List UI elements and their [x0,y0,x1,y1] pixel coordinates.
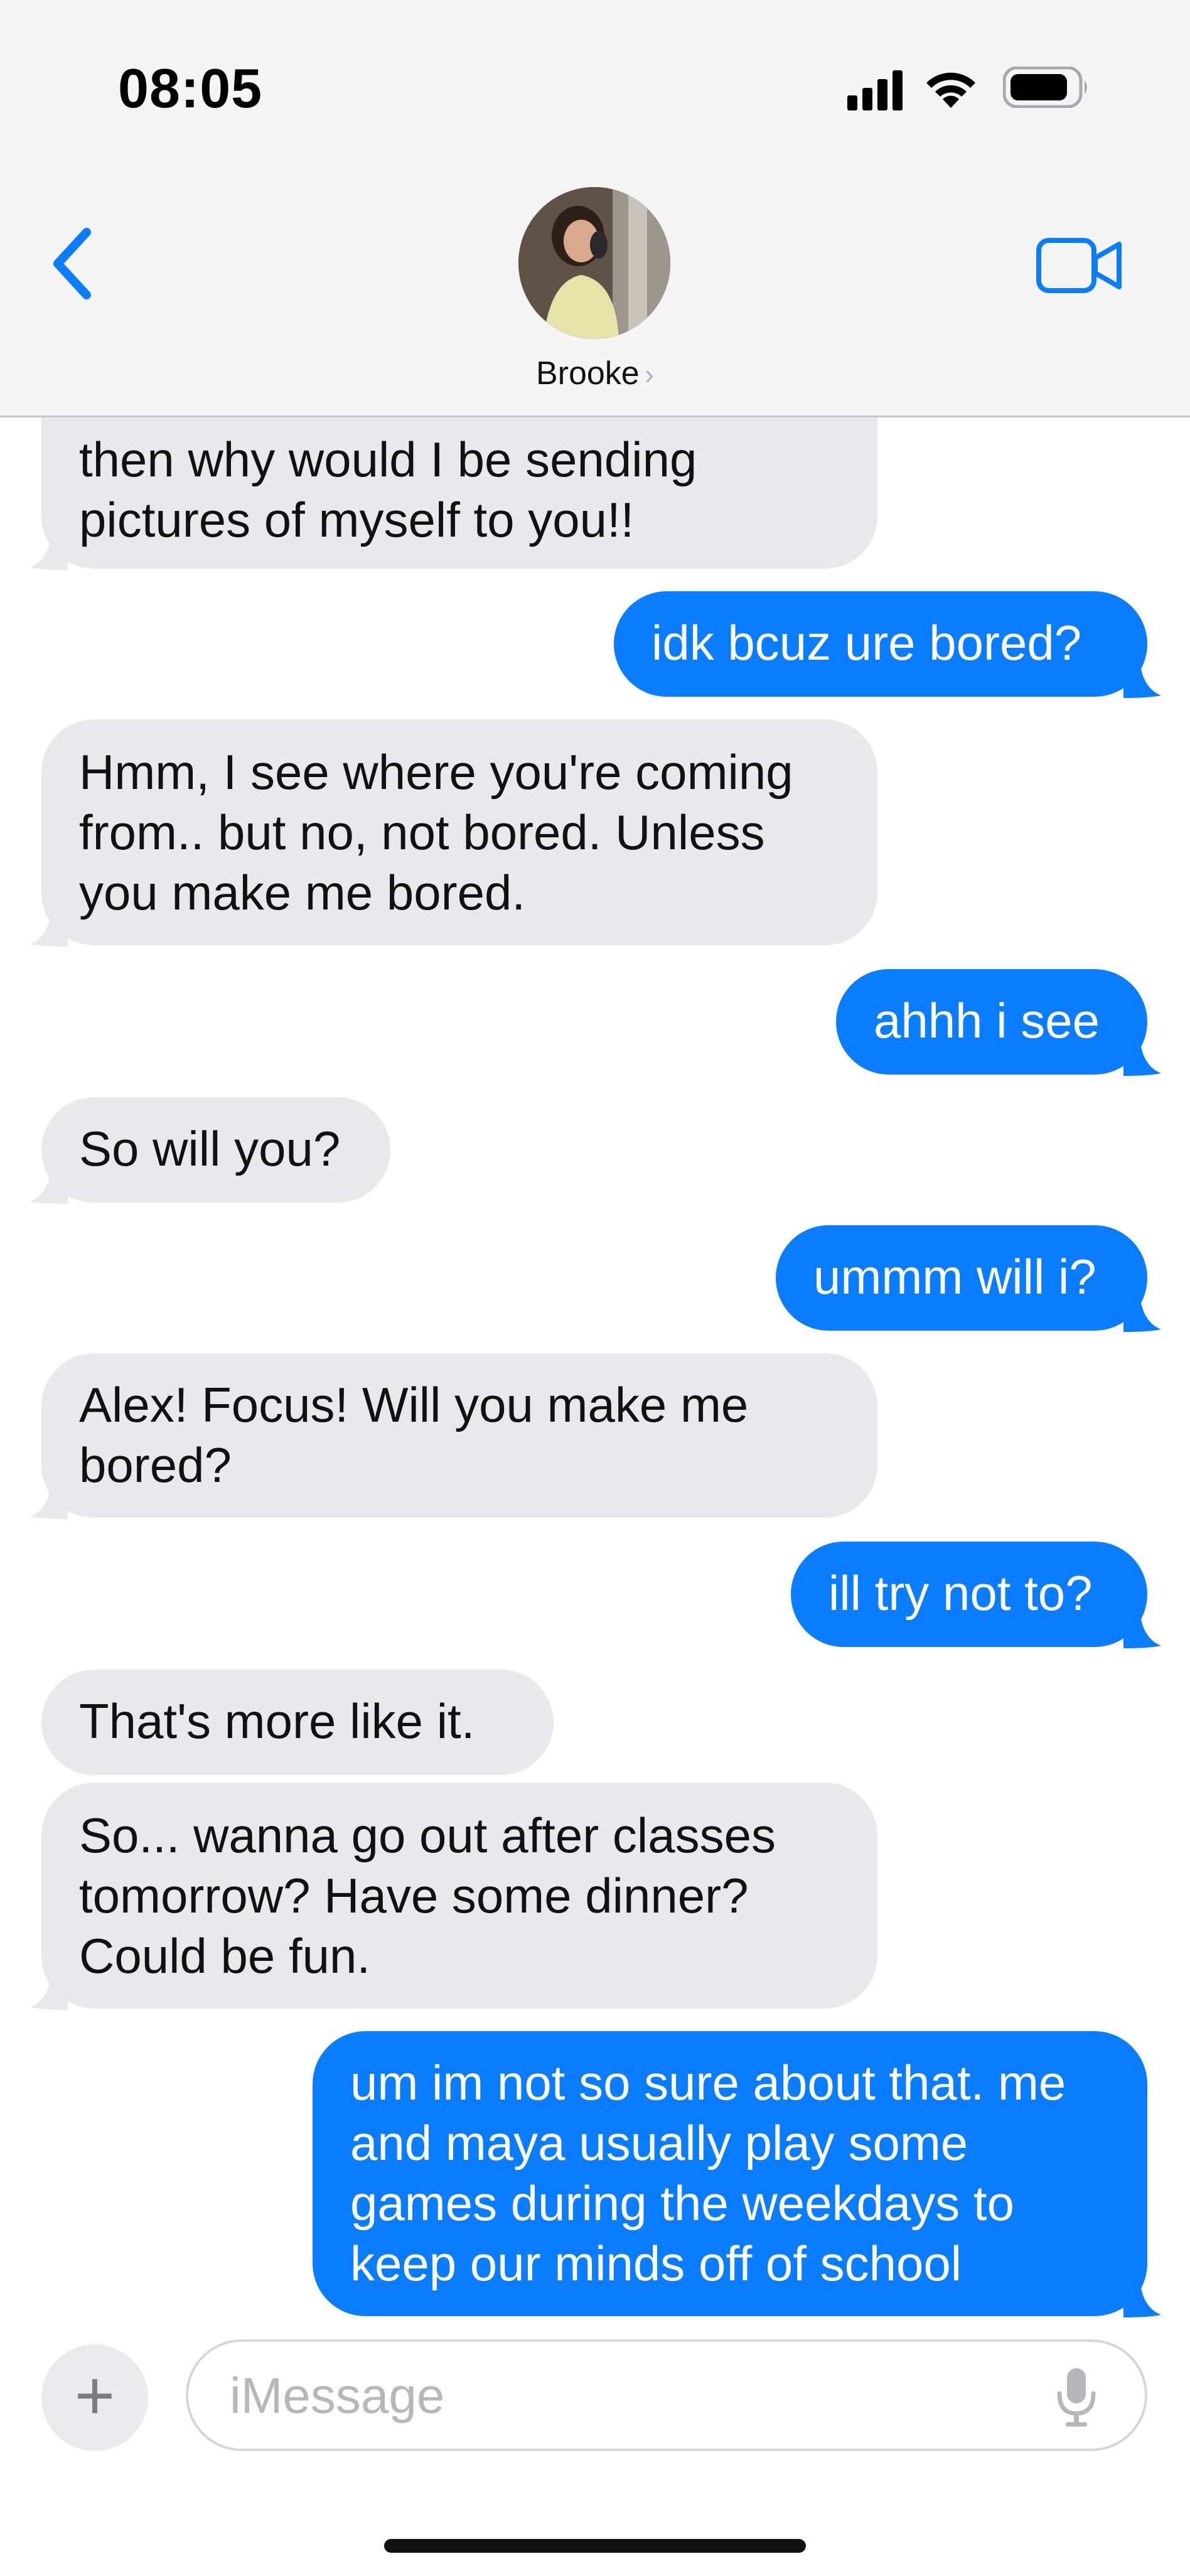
message-text: ill try not to? [828,1565,1093,1621]
wifi-icon [926,72,975,108]
message-bubble-outgoing[interactable]: um im not so sure about that. me and may… [313,2031,1161,2317]
message-text: idk bcuz ure bored? [651,615,1082,670]
contact-name-label: Brooke [535,355,640,392]
message-text: Alex! Focus! Will you make me bored? [79,1377,749,1493]
bubble-tail [30,1972,68,2010]
video-call-icon[interactable] [1036,235,1123,296]
contact-chevron-icon: › [644,358,655,390]
message-text: um im not so sure about that. me and may… [350,2055,1066,2291]
message-bubble-incoming[interactable]: So will you? [30,1097,390,1204]
bubble-tail [1123,1038,1161,1076]
message-text: That's more like it. [79,1693,475,1749]
apps-plus-button[interactable]: + [41,2344,148,2451]
message-bubble-incoming[interactable]: Hmm, I see where you're coming from.. bu… [30,719,877,947]
imessage-input-container[interactable] [186,2339,1147,2451]
message-text: ummm will i? [813,1249,1096,1304]
message-bubble-outgoing[interactable]: ahhh i see [836,969,1161,1076]
status-time: 08:05 [118,57,263,119]
bubble-tail [30,1481,68,1519]
message-text: then why would I be sending pictures of … [79,432,697,547]
message-bubble-incoming[interactable]: So... wanna go out after classes tomorro… [30,1783,877,2010]
bubble-tail [1123,1611,1161,1648]
message-text: So will you? [79,1121,341,1176]
message-bubble-outgoing[interactable]: ill try not to? [791,1542,1161,1648]
bubble-tail [30,909,68,947]
bubble-tail [1123,660,1161,698]
imessage-input[interactable] [228,2367,1047,2425]
bubble-tail [1123,1294,1161,1332]
message-text: So... wanna go out after classes tomorro… [79,1808,776,1983]
message-bubble-outgoing[interactable]: ummm will i? [776,1225,1161,1332]
bubble-tail [30,532,68,570]
message-bubble-incoming[interactable]: That's more like it. [41,1670,554,1775]
message-bubble-incoming[interactable]: Alex! Focus! Will you make me bored? [30,1353,877,1519]
message-text: Hmm, I see where you're coming from.. bu… [79,744,793,920]
battery-icon [1003,67,1087,108]
message-bubble-incoming[interactable]: then why would I be sending pictures of … [30,409,877,570]
conversation-header: 08:05 Brooke › [0,0,1190,417]
message-bubble-outgoing[interactable]: idk bcuz ure bored? [614,591,1161,698]
back-chevron-icon[interactable] [45,226,102,301]
signal-icon [847,70,903,110]
bubble-tail [1123,2280,1161,2317]
bubble-tail [30,1166,68,1204]
home-indicator[interactable] [384,2539,806,2553]
message-text: ahhh i see [874,993,1100,1048]
microphone-icon[interactable] [1054,2366,1098,2428]
contact-name[interactable]: Brooke › [0,355,1190,392]
contact-avatar[interactable] [518,187,670,339]
plus-icon: + [74,2357,115,2434]
